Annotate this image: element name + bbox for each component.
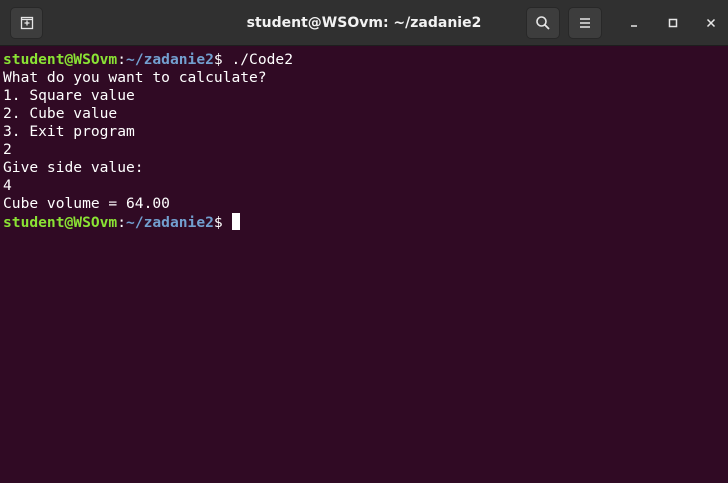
prompt-user-host: student@WSOvm	[3, 51, 118, 68]
output-line: Give side value:	[3, 159, 144, 176]
output-line: 2. Cube value	[3, 105, 118, 122]
search-icon	[536, 16, 550, 30]
output-line: Cube volume = 64.00	[3, 195, 170, 212]
title-bar[interactable]: student@WSOvm: ~/zadanie2	[0, 0, 728, 46]
new-tab-button[interactable]	[10, 7, 43, 39]
output-line: 1. Square value	[3, 87, 135, 104]
prompt-separator: :	[117, 214, 127, 231]
hamburger-menu-button[interactable]	[568, 7, 602, 39]
output-line: 2	[3, 141, 12, 158]
terminal-window: student@WSOvm: ~/zadanie2 student@WSOvm:…	[0, 0, 728, 483]
hamburger-menu-icon	[580, 18, 590, 28]
prompt-symbol: $	[213, 51, 223, 68]
terminal-area[interactable]: student@WSOvm:~/zadanie2$ ./Code2 What d…	[0, 47, 728, 483]
prompt-line: student@WSOvm:~/zadanie2$	[3, 213, 728, 231]
maximize-button[interactable]	[659, 9, 687, 37]
prompt-path: ~/zadanie2	[126, 51, 214, 68]
close-icon	[706, 18, 716, 28]
search-button[interactable]	[526, 7, 560, 39]
prompt-symbol: $	[213, 214, 223, 231]
output-line: What do you want to calculate?	[3, 69, 267, 86]
minimize-icon	[631, 25, 637, 27]
close-button[interactable]	[697, 9, 725, 37]
prompt-separator: :	[117, 51, 127, 68]
window-title: student@WSOvm: ~/zadanie2	[246, 15, 482, 31]
minimize-button[interactable]	[620, 9, 648, 37]
text-cursor	[231, 213, 240, 230]
prompt-path: ~/zadanie2	[126, 214, 214, 231]
new-tab-icon	[20, 16, 33, 30]
prompt-user-host: student@WSOvm	[3, 214, 118, 231]
command-text: ./Code2	[222, 51, 293, 68]
maximize-icon	[668, 18, 678, 28]
command-input[interactable]	[223, 214, 232, 231]
prompt-line: student@WSOvm:~/zadanie2$ ./Code2	[3, 51, 728, 69]
output-line: 4	[3, 177, 12, 194]
output-line: 3. Exit program	[3, 123, 135, 140]
